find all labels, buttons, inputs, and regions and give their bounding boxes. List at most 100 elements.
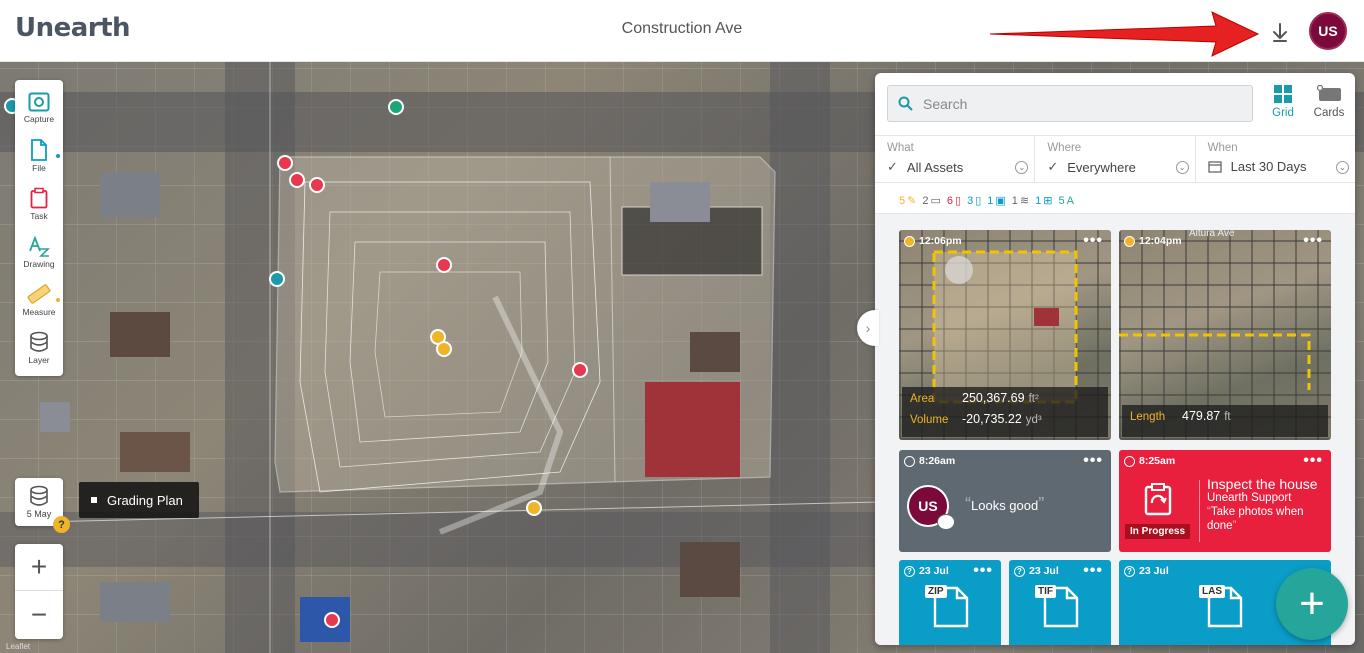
count-value: 1 [987,194,994,207]
task-note-wrap: “Take photos when done” [1207,505,1327,533]
avatar-initials: US [918,498,938,514]
more-options-icon[interactable]: ••• [1303,452,1323,470]
tool-drawing[interactable]: Drawing [15,228,63,276]
filter-heading: When [1207,142,1238,154]
comment-bubble-icon [937,514,955,530]
filter-value: All Assets [906,159,964,175]
task-card[interactable]: 8:25am ••• In Progress Inspect the house… [1119,450,1331,552]
quote-open-icon: “ [1207,506,1211,518]
view-cards-button[interactable]: Cards [1309,85,1349,125]
more-options-icon[interactable]: ••• [1303,232,1323,250]
grid-icon [1274,85,1292,103]
question-icon: ? [904,565,915,577]
tool-file[interactable]: File [15,132,63,180]
check-icon: ✓ [887,159,898,174]
filter-where[interactable]: Where ✓ Everywhere ⌄ [1035,136,1196,182]
file-ext-badge: ZIP [925,585,947,598]
measure-card-length[interactable]: 12:04pm Altura Ave ••• Length 479.87 ft [1119,230,1331,440]
task-author: Unearth Support [1207,492,1292,504]
question-icon: ? [1014,565,1025,577]
card-time: 12:06pm [904,235,962,247]
search-icon [898,96,913,111]
count-image[interactable]: 1 ▣ [987,194,1006,208]
count-value: 1 [1035,194,1042,207]
tool-task[interactable]: Task [15,180,63,228]
cards-icon [1317,85,1341,101]
ruler-icon: ✎ [907,195,917,207]
count-value: 3 [967,194,974,207]
view-grid-button[interactable]: Grid [1263,85,1303,125]
tool-measure[interactable]: Measure [15,276,63,324]
chevron-right-icon: › [865,320,871,336]
time-text: 23 Jul [919,565,949,577]
card-time: 8:26am [904,455,955,467]
view-label: Cards [1313,107,1345,119]
filter-heading: Where [1047,142,1082,154]
tool-capture[interactable]: Capture [15,84,63,132]
card-grid: 12:06pm ••• Area 250,367.69 ft² Volume -20,… [875,213,1355,645]
chevron-down-icon: ⌄ [1015,161,1029,174]
card-time: ? 23 Jul [1014,565,1059,577]
file-icon: ▯ [975,195,982,207]
quote-close-icon: ” [1232,520,1237,532]
volume-value: -20,735.22 [962,412,1022,426]
filter-value-wrap: ✓ Everywhere [1047,159,1136,175]
question-icon: ? [1124,565,1135,577]
measure-card-area[interactable]: 12:06pm ••• Area 250,367.69 ft² Volume -20,… [899,230,1111,440]
volume-unit: yd³ [1025,414,1042,426]
filter-value-wrap: ✓ All Assets [887,159,963,175]
comment-card[interactable]: 8:26am ••• US “Looks good” [899,450,1111,552]
panel-scrollbar[interactable] [1349,213,1355,645]
grading-plan-label[interactable]: Grading Plan [79,482,199,518]
card-time: 8:25am [1124,455,1175,467]
file-icon [31,139,47,161]
task-status-badge: In Progress [1125,524,1191,539]
download-button[interactable] [1266,18,1294,46]
count-comment[interactable]: 2 ▭ [922,194,941,208]
add-asset-button[interactable]: + [1276,568,1348,640]
task-icon [30,187,48,209]
map-street-label: Altura Ave [1189,230,1235,239]
count-task[interactable]: 6 ▯ [946,194,961,208]
zoom-in-button[interactable]: + [15,544,63,591]
count-drawing[interactable]: 5A [1058,195,1073,207]
search-input[interactable] [923,95,1223,112]
filter-value: Everywhere [1067,159,1136,175]
more-options-icon[interactable]: ••• [1083,452,1103,470]
length-value: 479.87 [1182,409,1221,423]
more-options-icon[interactable]: ••• [1083,562,1103,580]
more-options-icon[interactable]: ••• [1083,232,1103,250]
count-value: 6 [946,194,953,207]
tool-layer[interactable]: Layer [15,324,63,372]
status-circle-icon [904,455,915,467]
view-label: Grid [1272,107,1294,119]
count-measure[interactable]: 5 ✎ [899,194,917,208]
count-sensor[interactable]: 1 ⊞ [1035,194,1053,208]
sensor-icon: ⊞ [1043,195,1053,207]
task-refresh-icon [1144,483,1172,516]
zoom-out-button[interactable]: − [15,591,63,638]
time-text: 12:06pm [919,235,962,247]
grading-plan-text: Grading Plan [107,492,183,508]
file-card-tif[interactable]: ? 23 Jul ••• TIF [1009,560,1111,645]
chevron-down-icon: ⌄ [1335,161,1349,174]
quote-close-icon: ” [1038,494,1045,514]
count-layer[interactable]: 1 ≋ [1012,194,1029,208]
search-box [887,85,1253,122]
filter-when[interactable]: When Last 30 Days ⌄ [1196,136,1355,182]
time-text: 8:26am [919,455,956,467]
download-icon [1273,23,1287,42]
tool-label: Task [30,211,48,221]
file-card-zip[interactable]: ? 23 Jul ••• ZIP [899,560,1001,645]
help-badge[interactable]: ? [53,516,70,533]
measure-values: Area 250,367.69 ft² Volume -20,735.22 yd³ [902,387,1108,437]
layer-icon [30,331,48,352]
filter-what[interactable]: What ✓ All Assets ⌄ [875,136,1036,182]
map-attribution[interactable]: Leaflet [6,642,30,651]
count-file[interactable]: 3 ▯ [967,194,982,208]
more-options-icon[interactable]: ••• [973,562,993,580]
time-text: 12:04pm [1139,235,1182,247]
measure-values: Length 479.87 ft [1122,405,1328,437]
check-icon: ✓ [1047,159,1059,174]
user-avatar[interactable]: US [1309,12,1347,50]
